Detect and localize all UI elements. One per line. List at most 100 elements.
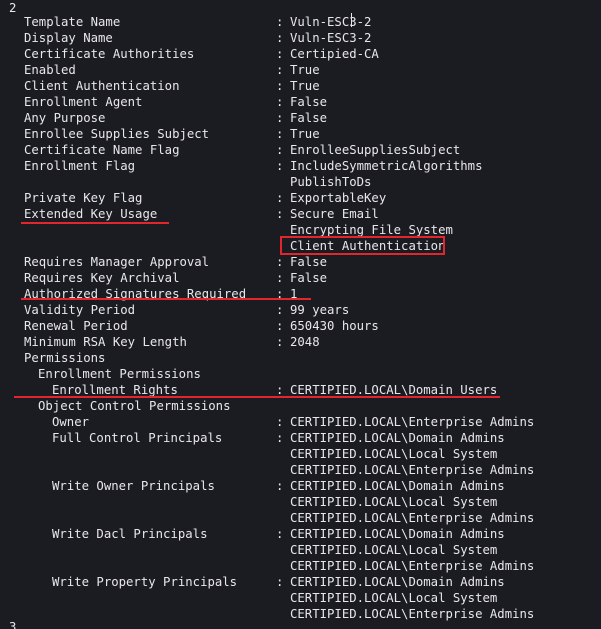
property-key: Enabled bbox=[24, 63, 76, 77]
property-key: Certificate Name Flag bbox=[24, 143, 180, 157]
property-row: Full Control Principals: CERTIPIED.LOCAL\… bbox=[0, 430, 601, 446]
key-value-separator: : bbox=[276, 335, 284, 349]
key-value-separator: : bbox=[276, 575, 284, 589]
property-row: Write Owner Principals: CERTIPIED.LOCAL\D… bbox=[0, 478, 601, 494]
property-value: PublishToDs bbox=[290, 175, 372, 189]
key-value-separator: : bbox=[276, 31, 284, 45]
property-value: True bbox=[290, 63, 320, 77]
property-row: Private Key Flag: ExportableKey bbox=[0, 190, 601, 206]
property-value: Certipied-CA bbox=[290, 47, 379, 61]
property-value: CERTIPIED.LOCAL\Enterprise Admins bbox=[290, 511, 535, 525]
property-row: Certificate Authorities: Certipied-CA bbox=[0, 46, 601, 62]
key-value-separator: : bbox=[276, 271, 284, 285]
property-key: Owner bbox=[52, 415, 90, 429]
key-value-separator: : bbox=[276, 15, 284, 29]
property-key: Enrollment Permissions bbox=[38, 367, 201, 381]
key-value-separator: : bbox=[276, 159, 284, 173]
key-value-separator: : bbox=[276, 527, 284, 541]
property-value: False bbox=[290, 111, 328, 125]
highlight-box-client-authentication bbox=[280, 236, 445, 255]
property-value: CERTIPIED.LOCAL\Local System bbox=[290, 495, 498, 509]
property-row: CERTIPIED.LOCAL\Local System bbox=[0, 494, 601, 510]
property-value: 2048 bbox=[290, 335, 320, 349]
underline-extended-key-usage bbox=[21, 222, 169, 224]
property-row: Minimum RSA Key Length:2048 bbox=[0, 334, 601, 350]
property-key: Enrollment Flag bbox=[24, 159, 136, 173]
property-row: Extended Key Usage: Secure Email bbox=[0, 206, 601, 222]
property-row: PublishToDs bbox=[0, 174, 601, 190]
key-value-separator: : bbox=[276, 479, 284, 493]
property-key: Client Authentication bbox=[24, 79, 180, 93]
property-value: 650430 hours bbox=[290, 319, 379, 333]
property-key: Write Dacl Principals bbox=[52, 527, 208, 541]
underline-enrollment-rights bbox=[14, 396, 500, 398]
property-value: False bbox=[290, 255, 328, 269]
property-value: False bbox=[290, 95, 328, 109]
property-key: Renewal Period bbox=[24, 319, 128, 333]
key-value-separator: : bbox=[276, 303, 284, 317]
property-value: Secure Email bbox=[290, 207, 379, 221]
property-row: CERTIPIED.LOCAL\Local System bbox=[0, 446, 601, 462]
property-key: Validity Period bbox=[24, 303, 136, 317]
property-value: CERTIPIED.LOCAL\Local System bbox=[290, 591, 498, 605]
property-key: Requires Key Archival bbox=[24, 271, 180, 285]
property-row: CERTIPIED.LOCAL\Enterprise Admins bbox=[0, 606, 601, 622]
key-value-separator: : bbox=[276, 47, 284, 61]
key-value-separator: : bbox=[276, 79, 284, 93]
property-row: Owner: CERTIPIED.LOCAL\Enterprise Admins bbox=[0, 414, 601, 430]
property-row: Renewal Period:650430 hours bbox=[0, 318, 601, 334]
property-key: Object Control Permissions bbox=[38, 399, 231, 413]
property-value: Vuln-ESC3-2 bbox=[290, 15, 372, 29]
property-key: Requires Manager Approval bbox=[24, 255, 210, 269]
property-value: CERTIPIED.LOCAL\Enterprise Admins bbox=[290, 463, 535, 477]
property-value: ExportableKey bbox=[290, 191, 387, 205]
property-row: Permissions bbox=[0, 350, 601, 366]
key-value-separator: : bbox=[276, 111, 284, 125]
property-row: Any Purpose: False bbox=[0, 110, 601, 126]
key-value-separator: : bbox=[276, 63, 284, 77]
property-value: Vuln-ESC3-2 bbox=[290, 31, 372, 45]
property-key: Any Purpose bbox=[24, 111, 106, 125]
property-key: Display Name bbox=[24, 31, 113, 45]
property-row: Enabled: True bbox=[0, 62, 601, 78]
property-row: CERTIPIED.LOCAL\Local System bbox=[0, 542, 601, 558]
property-value: 99 years bbox=[290, 303, 350, 317]
property-key: Extended Key Usage bbox=[24, 207, 158, 221]
property-row: Display Name: Vuln-ESC3-2 bbox=[0, 30, 601, 46]
property-key: Minimum RSA Key Length bbox=[24, 335, 187, 349]
property-key: Certificate Authorities bbox=[24, 47, 195, 61]
property-value: True bbox=[290, 127, 320, 141]
property-value: CERTIPIED.LOCAL\Enterprise Admins bbox=[290, 559, 535, 573]
property-row: CERTIPIED.LOCAL\Enterprise Admins bbox=[0, 462, 601, 478]
property-row: Enrollment Agent: False bbox=[0, 94, 601, 110]
result-index-bottom: 3 bbox=[9, 620, 17, 629]
property-key: Template Name bbox=[24, 15, 121, 29]
property-value: CERTIPIED.LOCAL\Enterprise Admins bbox=[290, 607, 535, 621]
property-value: CERTIPIED.LOCAL\Enterprise Admins bbox=[290, 415, 535, 429]
property-row: CERTIPIED.LOCAL\Local System bbox=[0, 590, 601, 606]
property-row: Requires Key Archival: False bbox=[0, 270, 601, 286]
property-key: Private Key Flag bbox=[24, 191, 143, 205]
property-row: Validity Period:99 years bbox=[0, 302, 601, 318]
property-value: CERTIPIED.LOCAL\Domain Admins bbox=[290, 575, 505, 589]
underline-authorized-signatures bbox=[21, 298, 311, 300]
property-row: CERTIPIED.LOCAL\Enterprise Admins bbox=[0, 510, 601, 526]
property-row: Enrollee Supplies Subject: True bbox=[0, 126, 601, 142]
property-key: Enrollee Supplies Subject bbox=[24, 127, 210, 141]
property-value: True bbox=[290, 79, 320, 93]
key-value-separator: : bbox=[276, 191, 284, 205]
property-row: Certificate Name Flag: EnrolleeSuppliesSu… bbox=[0, 142, 601, 158]
property-row: Object Control Permissions bbox=[0, 398, 601, 414]
key-value-separator: : bbox=[276, 95, 284, 109]
property-key: Write Owner Principals bbox=[52, 479, 215, 493]
property-row: Requires Manager Approval: False bbox=[0, 254, 601, 270]
key-value-separator: : bbox=[276, 207, 284, 221]
terminal-output[interactable]: 2 Template Name: Vuln-ESC3-2 Display Name:… bbox=[0, 0, 601, 629]
property-row: CERTIPIED.LOCAL\Enterprise Admins bbox=[0, 558, 601, 574]
property-key: Permissions bbox=[24, 351, 106, 365]
property-row: Template Name: Vuln-ESC3-2 bbox=[0, 14, 601, 30]
property-value: CERTIPIED.LOCAL\Local System bbox=[290, 543, 498, 557]
text-cursor bbox=[351, 13, 352, 27]
property-key: Write Property Principals bbox=[52, 575, 238, 589]
key-value-separator: : bbox=[276, 431, 284, 445]
